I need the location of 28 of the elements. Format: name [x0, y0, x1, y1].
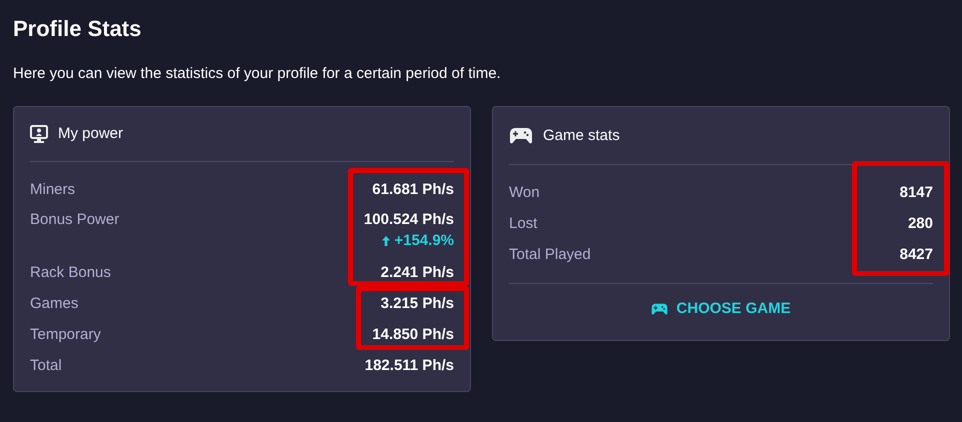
page-title: Profile Stats	[13, 16, 142, 42]
stat-value: 100.524 Ph/s	[364, 210, 454, 230]
stat-value: 2.241 Ph/s	[380, 262, 454, 282]
stat-value: 8147	[900, 182, 933, 202]
stat-label: Miners	[30, 180, 76, 200]
up-arrow-icon	[382, 236, 390, 246]
choose-game-button[interactable]: CHOOSE GAME	[651, 300, 791, 317]
card-title: Game stats	[543, 126, 620, 146]
stat-label: Games	[30, 294, 78, 314]
stat-label: Temporary	[30, 324, 101, 344]
stat-label: Lost	[509, 214, 538, 234]
gamepad-icon	[651, 302, 668, 314]
stat-label: Won	[509, 182, 540, 202]
stat-value: 14.850 Ph/s	[372, 324, 454, 344]
stat-value: 280	[908, 214, 933, 234]
stat-value: 3.215 Ph/s	[380, 294, 454, 314]
stat-value: 182.511 Ph/s	[364, 356, 454, 376]
page-description: Here you can view the statistics of your profile for a certain period of time.	[13, 64, 502, 84]
monitor-icon	[30, 124, 48, 144]
stat-label: Rack Bonus	[30, 262, 111, 282]
stat-label: Total Played	[509, 244, 591, 264]
stat-label: Bonus Power	[30, 210, 120, 230]
stat-label: Total	[30, 356, 62, 376]
gamepad-icon	[509, 127, 533, 144]
stat-value: 8427	[900, 244, 933, 264]
stat-value: 61.681 Ph/s	[372, 180, 454, 200]
card-title: My power	[58, 124, 124, 144]
change-percent: +154.9%	[394, 231, 454, 251]
